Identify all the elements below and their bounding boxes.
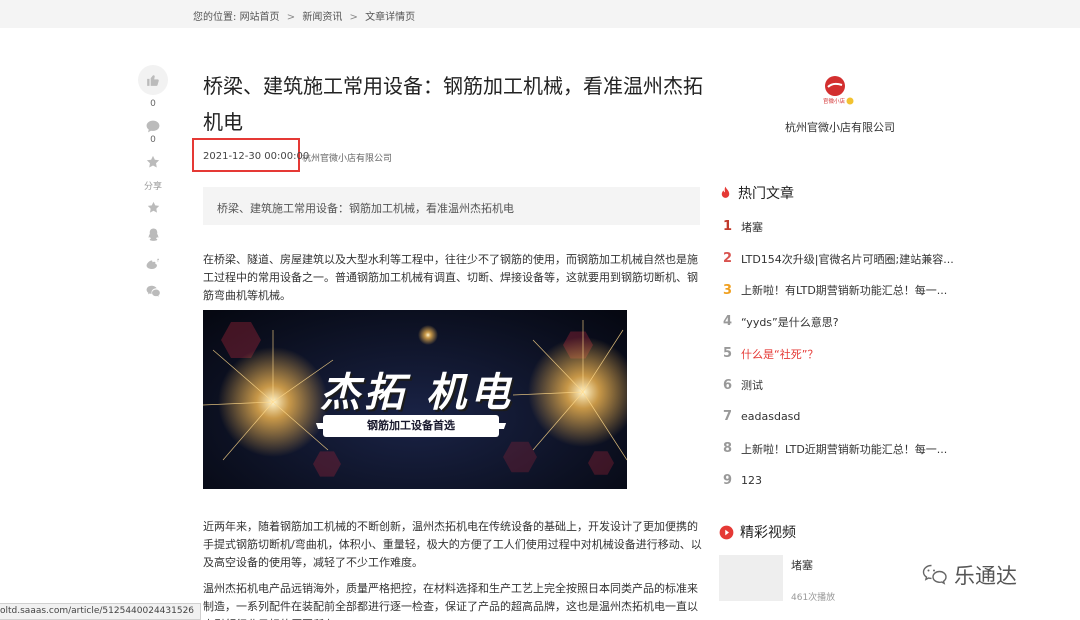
breadcrumb-prefix: 您的位置: — [193, 12, 237, 23]
hot-article-link[interactable]: “yyds”是什么意思? — [741, 314, 839, 330]
qq-icon — [148, 228, 158, 241]
hot-article-link[interactable]: 什么是“社死”？ — [741, 346, 818, 362]
hot-article-rank: 6 — [723, 377, 733, 393]
share-rail: 0 0 分享 — [138, 65, 168, 300]
comment-icon — [146, 120, 160, 132]
banner-brand-text: 杰拓 机电 — [320, 370, 514, 416]
hot-article-rank: 3 — [723, 282, 733, 298]
play-circle-icon — [719, 525, 734, 539]
flame-icon — [721, 186, 730, 198]
share-favorite-button[interactable] — [138, 198, 168, 216]
favorite-button[interactable] — [138, 153, 168, 171]
hot-article-link[interactable]: 堵塞 — [741, 219, 763, 235]
hot-article-link[interactable]: 测试 — [741, 377, 763, 393]
videos-title: 精彩视频 — [740, 525, 796, 541]
article-paragraph: 在桥梁、隧道、房屋建筑以及大型水利等工程中，往往少不了钢筋的使用，而钢筋加工机械… — [203, 253, 698, 302]
hot-article-item[interactable]: 2 LTD154次升级|官微名片可晒圈;建站兼容... — [723, 243, 963, 275]
comment-count: 0 — [150, 135, 156, 145]
breadcrumb: 您的位置: 网站首页 > 新闻资讯 > 文章详情页 — [193, 8, 415, 23]
watermark: 乐通达 — [922, 560, 1017, 590]
video-title[interactable]: 堵塞 — [791, 557, 813, 573]
videos-heading: 精彩视频 — [719, 522, 796, 542]
banner-tagline: 钢筋加工设备首选 — [323, 415, 499, 437]
share-weibo-button[interactable] — [138, 254, 168, 272]
like-count: 0 — [150, 99, 156, 109]
article-author[interactable]: 杭州官微小店有限公司 — [302, 151, 392, 164]
breadcrumb-home-link[interactable]: 网站首页 — [240, 12, 280, 23]
hot-article-rank: 9 — [723, 472, 733, 488]
company-logo[interactable]: 官微小店 — [822, 74, 854, 106]
like-button[interactable] — [138, 65, 168, 95]
star-icon — [146, 155, 160, 168]
hot-article-link[interactable]: 上新啦！LTD近期营销新功能汇总！每一... — [741, 441, 947, 457]
article-paragraph: 近两年来，随着钢筋加工机械的不断创新，温州杰拓机电在传统设备的基础上，开发设计了… — [203, 520, 702, 569]
hot-article-item[interactable]: 8 上新啦！LTD近期营销新功能汇总！每一... — [723, 433, 963, 465]
breadcrumb-separator: > — [286, 12, 296, 23]
hot-article-item[interactable]: 4 “yyds”是什么意思? — [723, 306, 963, 338]
hot-article-link[interactable]: 123 — [741, 474, 762, 487]
hot-article-rank: 8 — [723, 441, 733, 457]
hot-article-rank: 2 — [723, 251, 733, 267]
breadcrumb-current: 文章详情页 — [365, 12, 416, 23]
wechat-icon — [146, 285, 160, 297]
thumbs-up-icon — [147, 75, 159, 86]
article-date: 2021-12-30 00:00:00 — [203, 151, 310, 162]
hot-article-item[interactable]: 3 上新啦！有LTD期营销新功能汇总！每一... — [723, 274, 963, 306]
svg-text:官微小店: 官微小店 — [823, 97, 846, 105]
hot-article-item[interactable]: 7 eadasdasd — [723, 401, 963, 433]
video-thumbnail[interactable] — [719, 555, 783, 601]
article-summary: 桥梁、建筑施工常用设备：钢筋加工机械，看准温州杰拓机电 — [203, 187, 700, 225]
watermark-text: 乐通达 — [954, 564, 1017, 588]
star-icon — [147, 201, 159, 213]
hot-articles-title: 热门文章 — [738, 186, 794, 202]
share-wechat-button[interactable] — [138, 282, 168, 300]
company-name[interactable]: 杭州官微小店有限公司 — [785, 119, 895, 135]
hot-article-rank: 7 — [723, 409, 733, 425]
hot-article-link[interactable]: eadasdasd — [741, 410, 800, 423]
hot-article-item[interactable]: 1 堵塞 — [723, 211, 963, 243]
share-label: 分享 — [143, 182, 162, 192]
hot-article-rank: 4 — [723, 314, 733, 330]
hot-article-link[interactable]: 上新啦！有LTD期营销新功能汇总！每一... — [741, 282, 947, 298]
hot-articles-heading: 热门文章 — [719, 183, 794, 203]
hot-article-rank: 1 — [723, 219, 733, 235]
article-banner-image: 杰拓 机电 钢筋加工设备首选 — [203, 310, 627, 489]
comment-button[interactable] — [138, 117, 168, 135]
share-qq-button[interactable] — [138, 226, 168, 244]
hot-article-item[interactable]: 6 测试 — [723, 369, 963, 401]
article-paragraph: 温州杰拓机电产品远销海外，质量严格把控，在材料选择和生产工艺上完全按照日本同类产… — [203, 582, 698, 620]
hot-article-rank: 5 — [723, 346, 733, 362]
weibo-icon — [146, 258, 159, 269]
breadcrumb-bar: 您的位置: 网站首页 > 新闻资讯 > 文章详情页 — [0, 0, 1080, 28]
article-title: 桥梁、建筑施工常用设备：钢筋加工机械，看准温州杰拓机电 — [203, 74, 703, 134]
hot-article-item[interactable]: 9 123 — [723, 465, 963, 497]
status-bar-url: oltd.saaas.com/article/5125440024431526 — [0, 603, 202, 620]
breadcrumb-news-link[interactable]: 新闻资讯 — [302, 12, 342, 23]
company-logo-icon: 官微小店 — [823, 76, 854, 105]
hot-article-link[interactable]: LTD154次升级|官微名片可晒圈;建站兼容... — [741, 251, 954, 267]
hot-articles-list: 1 堵塞 2 LTD154次升级|官微名片可晒圈;建站兼容... 3 上新啦！有LTD… — [723, 211, 963, 496]
hot-article-item[interactable]: 5 什么是“社死”？ — [723, 338, 963, 370]
breadcrumb-separator: > — [349, 12, 358, 23]
video-view-count: 461次播放 — [791, 593, 836, 603]
wechat-icon — [922, 564, 947, 585]
